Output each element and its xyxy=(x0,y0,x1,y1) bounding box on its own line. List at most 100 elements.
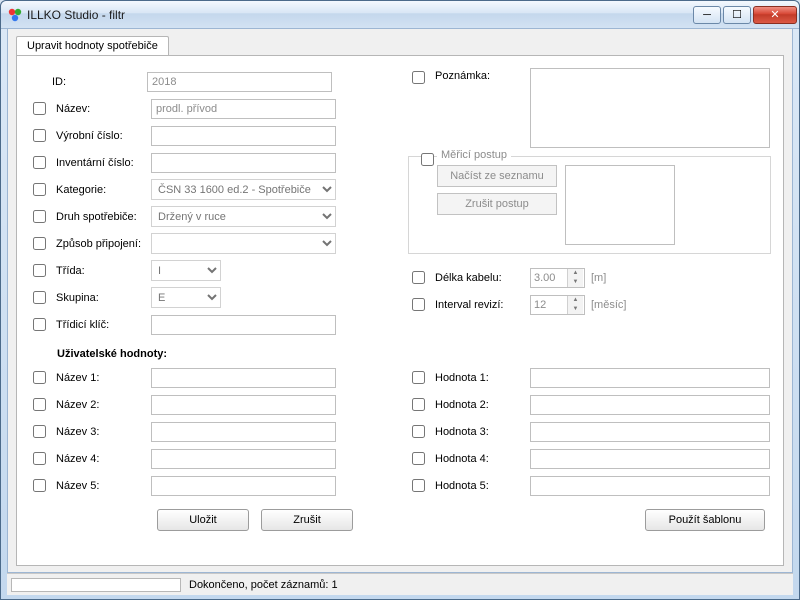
action-row: Uložit Zrušit Použít šablonu xyxy=(29,509,771,531)
merici-postup-group: Měřicí postup Načíst ze seznamu Zrušit p… xyxy=(408,156,771,254)
inventarni-field[interactable] xyxy=(151,153,336,173)
hodnota1-label: Hodnota 1: xyxy=(435,372,530,384)
maximize-button[interactable]: ☐ xyxy=(723,6,751,24)
skupina-select[interactable]: E xyxy=(151,287,221,308)
hodnota4-field[interactable] xyxy=(530,449,770,469)
kategorie-checkbox[interactable] xyxy=(33,183,46,196)
hodnota3-label: Hodnota 3: xyxy=(435,426,530,438)
vyrobni-field[interactable] xyxy=(151,126,336,146)
delka-label: Délka kabelu: xyxy=(435,272,530,284)
tridici-field[interactable] xyxy=(151,315,336,335)
progress-bar xyxy=(11,578,181,592)
merici-group-title: Měřicí postup xyxy=(437,149,511,161)
app-window: ILLKO Studio - filtr ─ ☐ ✕ Upravit hodno… xyxy=(0,0,800,600)
interval-label: Interval revizí: xyxy=(435,299,530,311)
interval-value xyxy=(531,296,567,314)
cancel-button[interactable]: Zrušit xyxy=(261,509,353,531)
id-label: ID: xyxy=(52,76,147,88)
hodnota1-checkbox[interactable] xyxy=(412,371,425,384)
id-field xyxy=(147,72,332,92)
zpusob-checkbox[interactable] xyxy=(33,237,46,250)
delka-unit: [m] xyxy=(591,272,606,284)
app-icon xyxy=(7,7,23,23)
minimize-button[interactable]: ─ xyxy=(693,6,721,24)
nazev1-checkbox[interactable] xyxy=(33,371,46,384)
nazev3-label: Název 3: xyxy=(56,426,151,438)
interval-unit: [měsíc] xyxy=(591,299,626,311)
zrusit-postup-button[interactable]: Zrušit postup xyxy=(437,193,557,215)
hodnota2-field[interactable] xyxy=(530,395,770,415)
window-title: ILLKO Studio - filtr xyxy=(27,8,693,22)
druh-select[interactable]: Držený v ruce xyxy=(151,206,336,227)
hodnota2-checkbox[interactable] xyxy=(412,398,425,411)
nazev-label: Název: xyxy=(56,103,151,115)
nazev1-label: Název 1: xyxy=(56,372,151,384)
nazev4-checkbox[interactable] xyxy=(33,452,46,465)
druh-checkbox[interactable] xyxy=(33,210,46,223)
trida-select[interactable]: I xyxy=(151,260,221,281)
nazev5-checkbox[interactable] xyxy=(33,479,46,492)
user-values-title: Uživatelské hodnoty: xyxy=(57,348,771,360)
status-text: Dokončeno, počet záznamů: 1 xyxy=(189,579,338,591)
nazev3-field[interactable] xyxy=(151,422,336,442)
statusbar: Dokončeno, počet záznamů: 1 xyxy=(7,573,793,595)
poznamka-label: Poznámka: xyxy=(435,70,530,82)
right-column: Poznámka: Měřicí postup Načíst ze seznam… xyxy=(408,68,771,338)
zpusob-select[interactable] xyxy=(151,233,336,254)
use-template-button[interactable]: Použít šablonu xyxy=(645,509,765,531)
save-button[interactable]: Uložit xyxy=(157,509,249,531)
tridici-checkbox[interactable] xyxy=(33,318,46,331)
left-column: ID: Název: Výrobní číslo: xyxy=(29,68,392,338)
client-area: Upravit hodnoty spotřebiče ID: Název: xyxy=(7,29,793,573)
nazev4-label: Název 4: xyxy=(56,453,151,465)
trida-label: Třída: xyxy=(56,265,151,277)
hodnota2-label: Hodnota 2: xyxy=(435,399,530,411)
nazev5-field[interactable] xyxy=(151,476,336,496)
delka-checkbox[interactable] xyxy=(412,271,425,284)
delka-value xyxy=(531,269,567,287)
close-button[interactable]: ✕ xyxy=(753,6,797,24)
hodnota3-field[interactable] xyxy=(530,422,770,442)
inventarni-checkbox[interactable] xyxy=(33,156,46,169)
titlebar: ILLKO Studio - filtr ─ ☐ ✕ xyxy=(1,1,799,29)
merici-preview xyxy=(565,165,675,245)
trida-checkbox[interactable] xyxy=(33,264,46,277)
hodnota4-checkbox[interactable] xyxy=(412,452,425,465)
main-panel: ID: Název: Výrobní číslo: xyxy=(16,55,784,566)
poznamka-checkbox[interactable] xyxy=(412,71,425,84)
interval-spinner[interactable]: ▲▼ xyxy=(530,295,585,315)
spin-up-icon[interactable]: ▲ xyxy=(568,296,583,305)
kategorie-label: Kategorie: xyxy=(56,184,151,196)
nazev-field xyxy=(151,99,336,119)
nazev-checkbox[interactable] xyxy=(33,102,46,115)
druh-label: Druh spotřebiče: xyxy=(56,211,151,223)
hodnota1-field[interactable] xyxy=(530,368,770,388)
spin-up-icon[interactable]: ▲ xyxy=(568,269,583,278)
nazev2-checkbox[interactable] xyxy=(33,398,46,411)
spin-down-icon[interactable]: ▼ xyxy=(568,305,583,314)
hodnota5-checkbox[interactable] xyxy=(412,479,425,492)
nazev5-label: Název 5: xyxy=(56,480,151,492)
nazev2-label: Název 2: xyxy=(56,399,151,411)
skupina-checkbox[interactable] xyxy=(33,291,46,304)
nazev1-field[interactable] xyxy=(151,368,336,388)
spin-down-icon[interactable]: ▼ xyxy=(568,278,583,287)
merici-checkbox[interactable] xyxy=(421,153,434,166)
vyrobni-checkbox[interactable] xyxy=(33,129,46,142)
kategorie-select[interactable]: ČSN 33 1600 ed.2 - Spotřebiče xyxy=(151,179,336,200)
inventarni-label: Inventární číslo: xyxy=(56,157,151,169)
tridici-label: Třídicí klíč: xyxy=(56,319,151,331)
hodnota3-checkbox[interactable] xyxy=(412,425,425,438)
poznamka-field xyxy=(530,68,770,148)
nazev3-checkbox[interactable] xyxy=(33,425,46,438)
delka-spinner[interactable]: ▲▼ xyxy=(530,268,585,288)
nacist-button[interactable]: Načíst ze seznamu xyxy=(437,165,557,187)
tabstrip: Upravit hodnoty spotřebiče xyxy=(8,29,792,55)
nazev4-field[interactable] xyxy=(151,449,336,469)
tab-upravit-hodnoty[interactable]: Upravit hodnoty spotřebiče xyxy=(16,36,169,56)
hodnota5-field[interactable] xyxy=(530,476,770,496)
skupina-label: Skupina: xyxy=(56,292,151,304)
interval-checkbox[interactable] xyxy=(412,298,425,311)
vyrobni-label: Výrobní číslo: xyxy=(56,130,151,142)
nazev2-field[interactable] xyxy=(151,395,336,415)
